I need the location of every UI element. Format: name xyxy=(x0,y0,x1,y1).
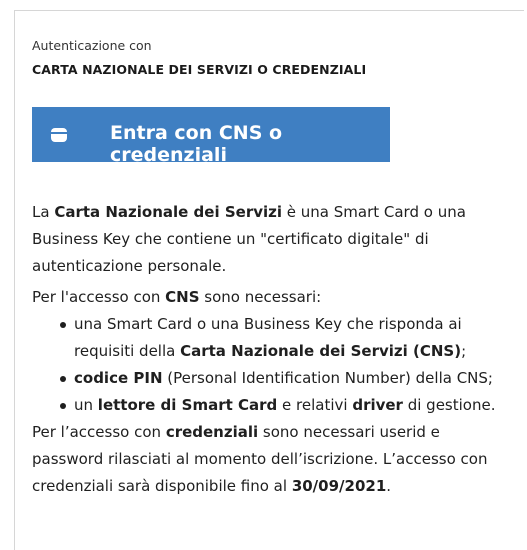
text: Per l'accesso con xyxy=(32,288,166,306)
text: . xyxy=(386,477,392,495)
bold-text: lettore di Smart Card xyxy=(97,396,278,414)
text: sono necessari: xyxy=(199,288,322,306)
bullet-icon xyxy=(60,376,66,382)
auth-title: CARTA NAZIONALE DEI SERVIZI O CREDENZIAL… xyxy=(32,62,367,77)
text: ; xyxy=(461,342,467,360)
login-cns-button[interactable]: Entra con CNS o credenziali xyxy=(32,107,390,166)
list-item: un lettore di Smart Card e relativi driv… xyxy=(52,392,512,419)
text: Per l’accesso con xyxy=(32,423,166,441)
list-item: codice PIN (Personal Identification Numb… xyxy=(52,365,512,392)
credentials-paragraph: Per l’accesso con credenziali sono neces… xyxy=(32,419,512,500)
text: un xyxy=(74,396,98,414)
text: La xyxy=(32,203,55,221)
requirements-list: una Smart Card o una Business Key che ri… xyxy=(32,311,512,419)
bullet-icon xyxy=(60,403,66,409)
auth-pretitle: Autenticazione con xyxy=(32,38,152,53)
bold-text: driver xyxy=(352,396,403,414)
bold-text: Carta Nazionale dei Servizi (CNS) xyxy=(180,342,462,360)
cns-abbr: CNS xyxy=(165,288,200,306)
cns-description: La Carta Nazionale dei Servizi è una Sma… xyxy=(32,199,512,500)
text: (Personal Identification Number) della C… xyxy=(162,369,493,387)
bold-text: credenziali xyxy=(165,423,259,441)
bullet-icon xyxy=(60,322,66,328)
list-item: una Smart Card o una Business Key che ri… xyxy=(52,311,512,365)
cns-name: Carta Nazionale dei Servizi xyxy=(54,203,283,221)
expiry-date: 30/09/2021 xyxy=(291,477,387,495)
text: e relativi xyxy=(277,396,353,414)
requirements-intro: Per l'accesso con CNS sono necessari: xyxy=(32,284,512,311)
text: di gestione. xyxy=(402,396,496,414)
bold-text: codice PIN xyxy=(74,369,163,387)
login-cns-button-label: Entra con CNS o credenziali xyxy=(110,122,283,166)
card-icon xyxy=(51,128,67,142)
description-paragraph: La Carta Nazionale dei Servizi è una Sma… xyxy=(32,199,512,280)
